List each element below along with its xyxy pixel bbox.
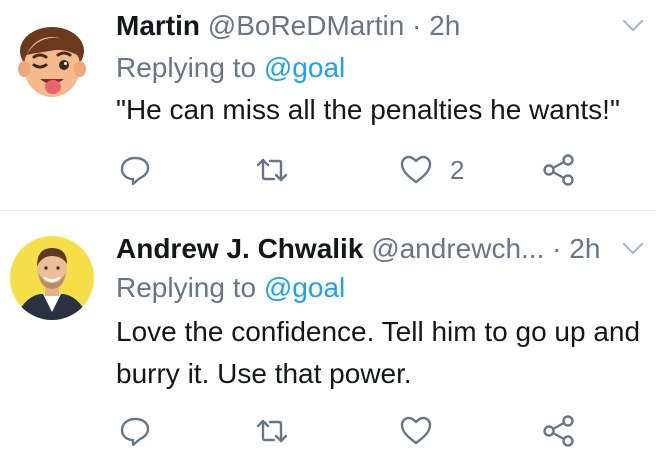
replying-to: Replying to @goal bbox=[116, 270, 345, 306]
avatar[interactable] bbox=[10, 21, 94, 105]
profile-photo-icon bbox=[10, 236, 94, 320]
tweet-header: Andrew J. Chwalik @andrewch... · 2h bbox=[116, 231, 656, 267]
reply-icon bbox=[120, 156, 150, 186]
mention-link[interactable]: @goal bbox=[264, 52, 345, 83]
chevron-down-icon bbox=[622, 242, 644, 255]
retweet-icon bbox=[256, 158, 288, 182]
tweet-text: "He can miss all the penalties he wants!… bbox=[116, 94, 620, 125]
replying-to-label: Replying to bbox=[116, 52, 257, 83]
tweet-menu-button[interactable] bbox=[620, 235, 646, 261]
reply-button[interactable] bbox=[117, 152, 153, 188]
separator-dot: · bbox=[412, 10, 422, 41]
tweet[interactable]: Martin @BoReDMartin · 2h Replying to @go… bbox=[0, 0, 656, 211]
heart-icon bbox=[400, 155, 432, 184]
reply-button[interactable] bbox=[117, 413, 153, 449]
share-icon bbox=[543, 154, 574, 186]
chevron-down-icon bbox=[622, 19, 644, 32]
reply-icon bbox=[120, 417, 150, 447]
like-button[interactable] bbox=[398, 413, 434, 449]
tweet[interactable]: Andrew J. Chwalik @andrewch... · 2h Repl… bbox=[0, 211, 656, 459]
author-name[interactable]: Andrew J. Chwalik bbox=[116, 233, 363, 264]
tweet-header: Martin @BoReDMartin · 2h bbox=[116, 8, 656, 44]
share-icon bbox=[543, 415, 574, 447]
share-button[interactable] bbox=[541, 152, 577, 188]
tweet-text: Love the confidence. Tell him to go up a… bbox=[116, 316, 641, 389]
like-count: 2 bbox=[450, 155, 465, 185]
author-handle[interactable]: @BoReDMartin bbox=[208, 10, 404, 41]
timestamp[interactable]: 2h bbox=[569, 233, 600, 264]
retweet-button[interactable] bbox=[254, 413, 290, 449]
author-name[interactable]: Martin bbox=[116, 10, 200, 41]
heart-icon bbox=[400, 416, 432, 445]
replying-to: Replying to @goal bbox=[116, 50, 345, 86]
retweet-button[interactable] bbox=[254, 152, 290, 188]
share-button[interactable] bbox=[541, 413, 577, 449]
memoji-avatar-icon bbox=[10, 21, 94, 105]
tweet-menu-button[interactable] bbox=[620, 12, 646, 38]
avatar[interactable] bbox=[10, 236, 94, 320]
mention-link[interactable]: @goal bbox=[264, 272, 345, 303]
like-button[interactable] bbox=[398, 152, 434, 188]
separator-dot: · bbox=[552, 233, 562, 264]
retweet-icon bbox=[256, 419, 288, 443]
replying-to-label: Replying to bbox=[116, 272, 257, 303]
timestamp[interactable]: 2h bbox=[429, 10, 460, 41]
author-handle[interactable]: @andrewch... bbox=[371, 233, 544, 264]
